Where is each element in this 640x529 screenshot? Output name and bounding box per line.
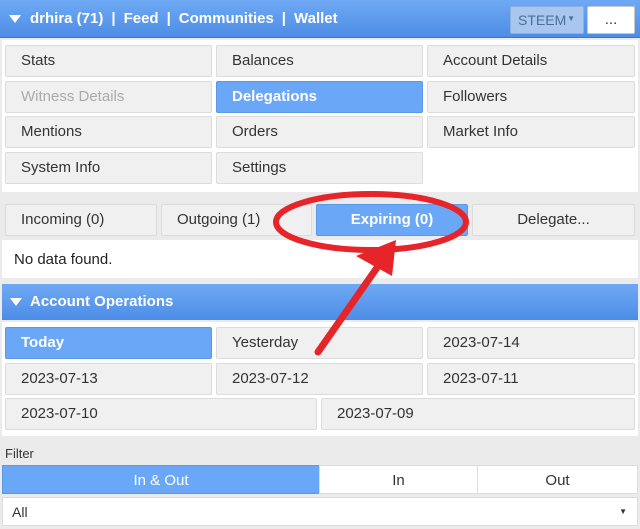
annotation-ellipse — [273, 191, 469, 253]
annotation-overlay — [273, 191, 469, 356]
annotation-arrow-shaft — [314, 258, 385, 356]
